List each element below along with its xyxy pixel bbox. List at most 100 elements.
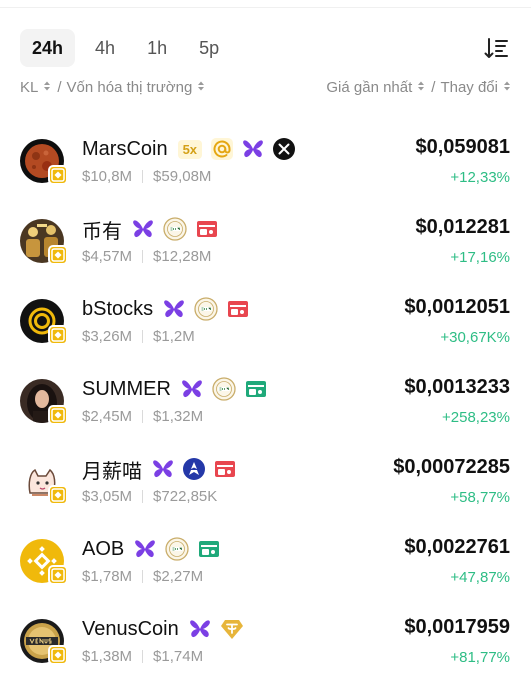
token-name: VenusCoin	[82, 617, 179, 640]
bnb-chain-icon	[48, 405, 68, 425]
token-volume: $3,05M	[82, 488, 133, 505]
wallet-green-icon[interactable]	[245, 379, 267, 399]
spdr-icon[interactable]	[163, 217, 187, 241]
token-row[interactable]: 币有 $4,57M $12,28M $0,012281 +17,16%	[0, 199, 531, 279]
wallet-green-icon[interactable]	[198, 539, 220, 559]
token-market-cap: $1,32M	[153, 408, 204, 425]
wallet-red-icon[interactable]	[214, 459, 236, 479]
token-price: $0,0022761	[404, 536, 510, 558]
token-market-cap: $12,28M	[153, 248, 212, 265]
butterfly-icon[interactable]	[132, 219, 154, 239]
token-stats: $4,57M $12,28M	[82, 248, 211, 265]
divider	[142, 410, 144, 423]
token-row[interactable]: VenusCoin $1,38M $1,74M $0,0017959 +81,77%	[0, 599, 531, 679]
sort-caret-icon[interactable]	[503, 80, 511, 92]
bnb-chain-icon	[48, 645, 68, 665]
token-row[interactable]: AOB $1,78M $2,27M $0,0022761 +47,87%	[0, 519, 531, 599]
wallet-red-icon[interactable]	[227, 299, 249, 319]
token-name-line: SUMMER	[82, 376, 276, 402]
timeframe-tabs: 24h 4h 1h 5p	[20, 29, 239, 67]
x-logo-icon[interactable]	[273, 138, 296, 160]
token-row[interactable]: SUMMER $2,45M $1,32M $0,0013233 +258,23%	[0, 359, 531, 439]
at-sign-icon[interactable]	[211, 138, 234, 160]
tab-4h[interactable]: 4h	[83, 29, 127, 67]
token-change: +81,77%	[450, 649, 510, 666]
token-price: $0,00072285	[393, 456, 510, 478]
divider	[142, 250, 144, 263]
bnb-chain-icon	[48, 565, 68, 585]
token-name-line: 币有	[82, 216, 227, 243]
butterfly-icon[interactable]	[152, 459, 174, 479]
sort-caret-icon[interactable]	[417, 80, 425, 92]
sort-latest-price[interactable]: Giá gần nhất	[326, 79, 412, 96]
token-name-line: MarsCoin 5x	[82, 136, 304, 162]
token-change: +47,87%	[450, 569, 510, 586]
tab-5p[interactable]: 5p	[187, 29, 231, 67]
token-price: $0,0013233	[404, 376, 510, 398]
wallet-red-icon[interactable]	[196, 219, 218, 239]
bnb-chain-icon	[48, 165, 68, 185]
token-list: MarsCoin 5x $10,8M $59,08M $0,059081 +12,33% 币…	[0, 119, 531, 679]
token-change: +58,77%	[450, 489, 510, 506]
rocket-icon[interactable]	[183, 458, 205, 480]
divider	[142, 490, 144, 503]
token-change: +258,23%	[442, 409, 510, 426]
leverage-badge: 5x	[177, 139, 203, 159]
sort-order-icon[interactable]	[483, 36, 509, 62]
token-change: +12,33%	[450, 169, 510, 186]
butterfly-icon[interactable]	[242, 139, 264, 159]
bnb-chain-icon	[48, 245, 68, 265]
tab-1h[interactable]: 1h	[135, 29, 179, 67]
butterfly-icon[interactable]	[163, 299, 185, 319]
token-row[interactable]: 月薪喵 $3,05M $722,85K $0,00072285 +58,77%	[0, 439, 531, 519]
sort-caret-icon[interactable]	[197, 80, 205, 92]
token-name: SUMMER	[82, 377, 171, 400]
top-divider	[0, 7, 531, 8]
bnb-chain-icon	[48, 485, 68, 505]
token-stats: $1,78M $2,27M	[82, 568, 203, 585]
butterfly-icon[interactable]	[189, 619, 211, 639]
token-row[interactable]: bStocks $3,26M $1,2M $0,0012051 +30,67K%	[0, 279, 531, 359]
butterfly-icon[interactable]	[181, 379, 203, 399]
token-volume: $2,45M	[82, 408, 133, 425]
token-stats: $3,26M $1,2M	[82, 328, 195, 345]
token-price: $0,059081	[415, 136, 510, 158]
tab-24h[interactable]: 24h	[20, 29, 76, 67]
spdr-icon[interactable]	[194, 297, 218, 321]
column-header: KL / Vốn hóa thị trường Giá gần nhất / T…	[20, 76, 511, 98]
sort-volume[interactable]: KL	[20, 79, 38, 96]
token-row[interactable]: MarsCoin 5x $10,8M $59,08M $0,059081 +12,33%	[0, 119, 531, 199]
spdr-icon[interactable]	[165, 537, 189, 561]
token-name-line: 月薪喵	[82, 456, 245, 483]
token-stats: $1,38M $1,74M	[82, 648, 203, 665]
token-market-cap: $1,74M	[153, 648, 204, 665]
token-volume: $3,26M	[82, 328, 133, 345]
token-name-line: AOB	[82, 536, 229, 562]
tether-gold-icon[interactable]	[220, 618, 244, 640]
token-stats: $2,45M $1,32M	[82, 408, 203, 425]
token-name-line: VenusCoin	[82, 616, 253, 642]
token-price: $0,0012051	[404, 296, 510, 318]
token-name: AOB	[82, 537, 125, 560]
divider	[142, 650, 144, 663]
token-volume: $1,38M	[82, 648, 133, 665]
token-volume: $4,57M	[82, 248, 133, 265]
sort-caret-icon[interactable]	[43, 80, 51, 92]
sort-change[interactable]: Thay đổi	[440, 79, 498, 96]
token-name: 币有	[82, 220, 122, 243]
token-name: bStocks	[82, 297, 154, 320]
token-volume: $10,8M	[82, 168, 133, 185]
bnb-chain-icon	[48, 325, 68, 345]
spdr-icon[interactable]	[212, 377, 236, 401]
token-volume: $1,78M	[82, 568, 133, 585]
butterfly-icon[interactable]	[134, 539, 156, 559]
sort-market-cap[interactable]: Vốn hóa thị trường	[67, 79, 193, 96]
header-separator: /	[57, 78, 62, 96]
token-stats: $3,05M $722,85K	[82, 488, 217, 505]
token-name: 月薪喵	[82, 460, 142, 483]
divider	[142, 570, 144, 583]
token-price: $0,0017959	[404, 616, 510, 638]
token-change: +17,16%	[450, 249, 510, 266]
token-market-cap: $59,08M	[153, 168, 212, 185]
divider	[142, 330, 144, 343]
